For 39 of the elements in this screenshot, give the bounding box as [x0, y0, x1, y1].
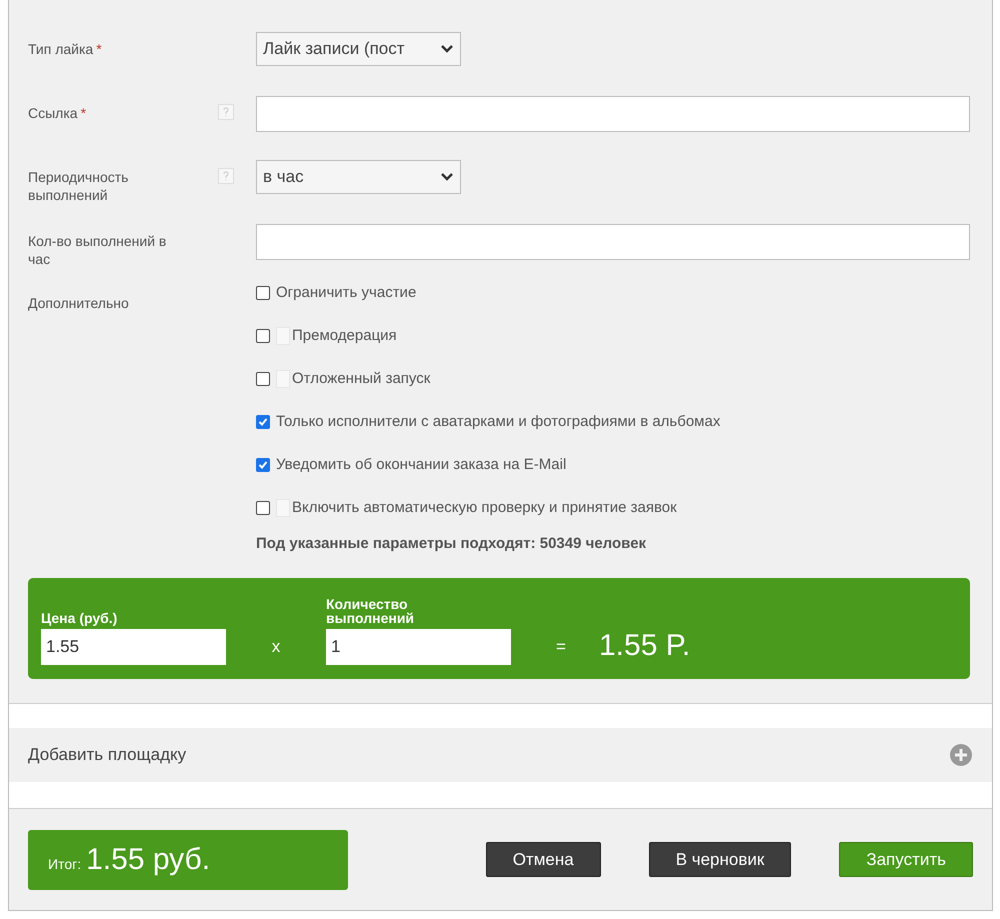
checkbox-label: Премодерация	[292, 327, 397, 344]
calculated-total: 1.55 P.	[599, 629, 690, 664]
total-value: 1.55 руб.	[86, 842, 210, 876]
chevron-down-icon	[440, 172, 454, 182]
multiply-sign: x	[270, 637, 282, 658]
field-label: Дополнительно	[28, 294, 130, 313]
launch-button[interactable]: Запустить	[839, 842, 973, 877]
input-field[interactable]	[256, 224, 970, 260]
match-count-text: Под указанные параметры подходят: 50349 человек	[256, 534, 648, 552]
checkbox-label: Отложенный запуск	[292, 370, 430, 387]
field-label: Кол-во выполнений в час	[28, 232, 168, 268]
total-label: Итог:	[48, 854, 82, 872]
dropdown[interactable]: в час	[256, 160, 461, 194]
field-label: Тип лайка *	[28, 40, 103, 58]
price-input[interactable]: 1.55	[41, 629, 226, 665]
checkbox[interactable]	[256, 286, 270, 300]
checkbox-label: Включить автоматическую проверку и принятие заявок	[292, 499, 677, 516]
checkbox-label: Ограничить участие	[276, 284, 416, 301]
checkbox-label: Уведомить об окончании заказа на E-Mail	[276, 456, 566, 473]
checkbox[interactable]	[256, 414, 270, 428]
secondary-button[interactable]: Отмена	[486, 842, 601, 877]
price-label: Цена (руб.)	[41, 611, 118, 625]
help-icon[interactable]	[218, 168, 234, 184]
checkbox[interactable]	[256, 500, 270, 514]
quantity-label: Количество выполнений	[326, 597, 416, 625]
checkbox-label: Только исполнители с аватарками и фотографиями в альбомах	[276, 413, 720, 430]
quantity-input[interactable]: 1	[326, 629, 511, 665]
field-label: Периодичность выполнений	[28, 168, 130, 204]
input-field[interactable]	[256, 96, 970, 132]
secondary-button[interactable]: В черновик	[648, 842, 792, 877]
checkbox[interactable]	[256, 328, 270, 342]
checkbox[interactable]	[256, 458, 270, 472]
help-icon[interactable]	[218, 104, 234, 120]
field-label: Ссылка *	[28, 104, 88, 122]
add-icon[interactable]	[950, 744, 972, 766]
dropdown[interactable]: Лайк записи (пост	[256, 32, 461, 66]
checkbox[interactable]	[256, 372, 270, 386]
chevron-down-icon	[440, 44, 454, 54]
add-platform-label[interactable]: Добавить площадку	[28, 745, 186, 765]
